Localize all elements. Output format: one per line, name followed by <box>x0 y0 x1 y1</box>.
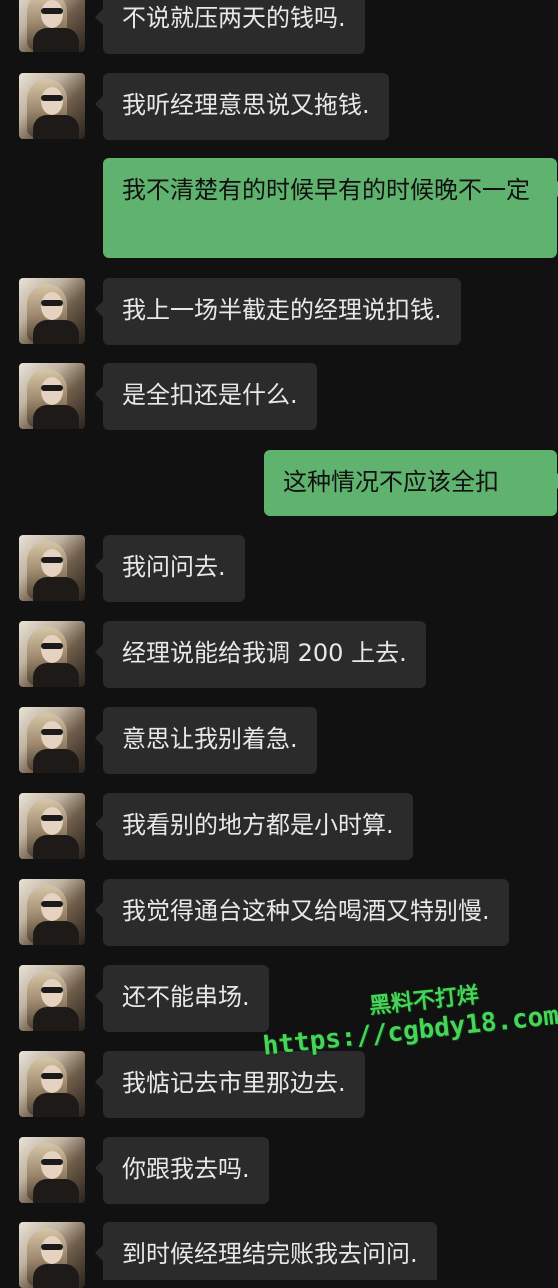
contact-avatar[interactable] <box>19 793 85 859</box>
contact-avatar[interactable] <box>19 621 85 687</box>
contact-avatar[interactable] <box>19 707 85 773</box>
incoming-message-bubble[interactable]: 我看别的地方都是小时算. <box>95 793 413 860</box>
incoming-message-bubble[interactable]: 我听经理意思说又拖钱. <box>95 73 389 140</box>
incoming-message-bubble[interactable]: 我问问去. <box>95 535 245 602</box>
watermark: 黑料不打烊 https://cgbdy18.com <box>258 970 558 1062</box>
contact-avatar[interactable] <box>19 1137 85 1203</box>
incoming-message-bubble[interactable]: 还不能串场. <box>95 965 269 1032</box>
outgoing-message-bubble[interactable]: 我不清楚有的时候早有的时候晚不一定 <box>103 158 558 258</box>
contact-avatar[interactable] <box>19 278 85 344</box>
contact-avatar[interactable] <box>19 535 85 601</box>
contact-avatar[interactable] <box>19 363 85 429</box>
contact-avatar[interactable] <box>19 0 85 52</box>
incoming-message-bubble[interactable]: 经理说能给我调 200 上去. <box>95 621 426 688</box>
contact-avatar[interactable] <box>19 1051 85 1117</box>
incoming-message-bubble[interactable]: 我上一场半截走的经理说扣钱. <box>95 278 461 345</box>
incoming-message-bubble[interactable]: 是全扣还是什么. <box>95 363 317 430</box>
incoming-message-bubble[interactable]: 你跟我去吗. <box>95 1137 269 1204</box>
incoming-message-bubble[interactable]: 意思让我别着急. <box>95 707 317 774</box>
incoming-message-bubble[interactable]: 我惦记去市里那边去. <box>95 1051 365 1118</box>
contact-avatar[interactable] <box>19 879 85 945</box>
contact-avatar[interactable] <box>19 73 85 139</box>
outgoing-message-bubble[interactable]: 这种情况不应该全扣 <box>264 450 558 516</box>
incoming-message-bubble[interactable]: 不说就压两天的钱吗. <box>95 0 365 54</box>
incoming-message-bubble[interactable]: 到时候经理结完账我去问问. <box>95 1222 437 1280</box>
incoming-message-bubble[interactable]: 我觉得通台这种又给喝酒又特别慢. <box>95 879 509 946</box>
contact-avatar[interactable] <box>19 1222 85 1288</box>
contact-avatar[interactable] <box>19 965 85 1031</box>
